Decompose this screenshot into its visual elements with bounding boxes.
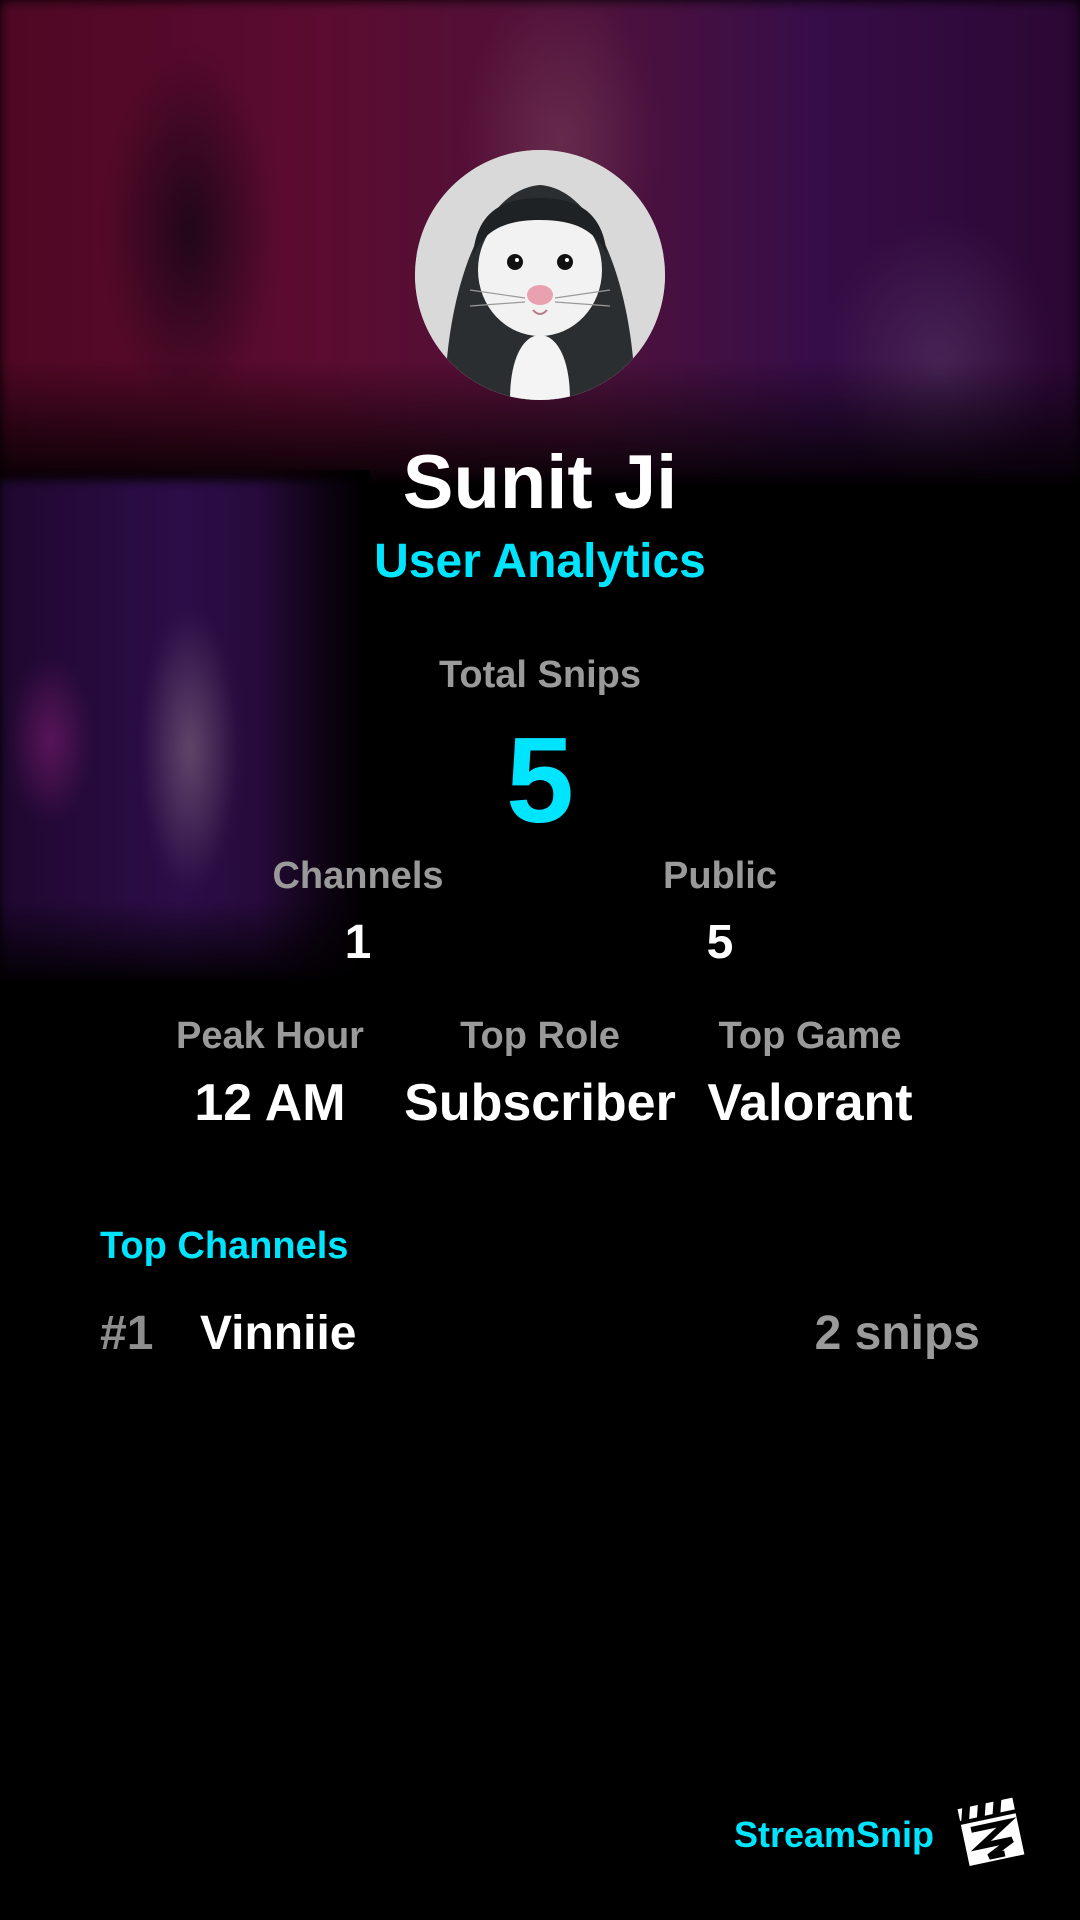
- peak-hour-label: Peak Hour: [176, 1015, 364, 1057]
- channel-name: Vinniie: [200, 1307, 357, 1360]
- channels-label: Channels: [272, 855, 444, 897]
- top-role-stat: Top Role Subscriber: [390, 1012, 690, 1134]
- total-snips-value: 5: [506, 712, 574, 848]
- channels-value: 1: [344, 916, 372, 969]
- public-stat: Public 5: [570, 852, 870, 972]
- peak-hour-value: 12 AM: [194, 1074, 346, 1132]
- top-role-label: Top Role: [460, 1015, 620, 1057]
- top-game-value: Valorant: [707, 1074, 913, 1132]
- list-item: #1 Vinniie 2 snips: [100, 1302, 980, 1366]
- clapperboard-logo-icon: [950, 1792, 1030, 1872]
- avatar: [415, 150, 665, 400]
- public-value: 5: [706, 916, 734, 969]
- analytics-card: Sunit Ji User Analytics Total Snips 5 Ch…: [0, 0, 1080, 1920]
- public-label: Public: [662, 855, 778, 897]
- user-display-name: Sunit Ji: [402, 440, 678, 525]
- channel-snip-count: 2 snips: [814, 1307, 980, 1360]
- top-role-value: Subscriber: [404, 1074, 676, 1132]
- top-game-stat: Top Game Valorant: [660, 1012, 960, 1134]
- brand-footer: StreamSnip: [700, 1790, 1030, 1880]
- brand-name: StreamSnip: [733, 1814, 934, 1855]
- total-snips-label: Total Snips: [439, 654, 641, 696]
- peak-hour-stat: Peak Hour 12 AM: [120, 1012, 420, 1134]
- top-channels-title: Top Channels: [100, 1225, 349, 1267]
- avatar-image: [415, 150, 665, 400]
- top-game-label: Top Game: [718, 1015, 902, 1057]
- page-subtitle: User Analytics: [374, 535, 706, 588]
- channel-rank: #1: [100, 1307, 154, 1360]
- channels-stat: Channels 1: [208, 852, 508, 972]
